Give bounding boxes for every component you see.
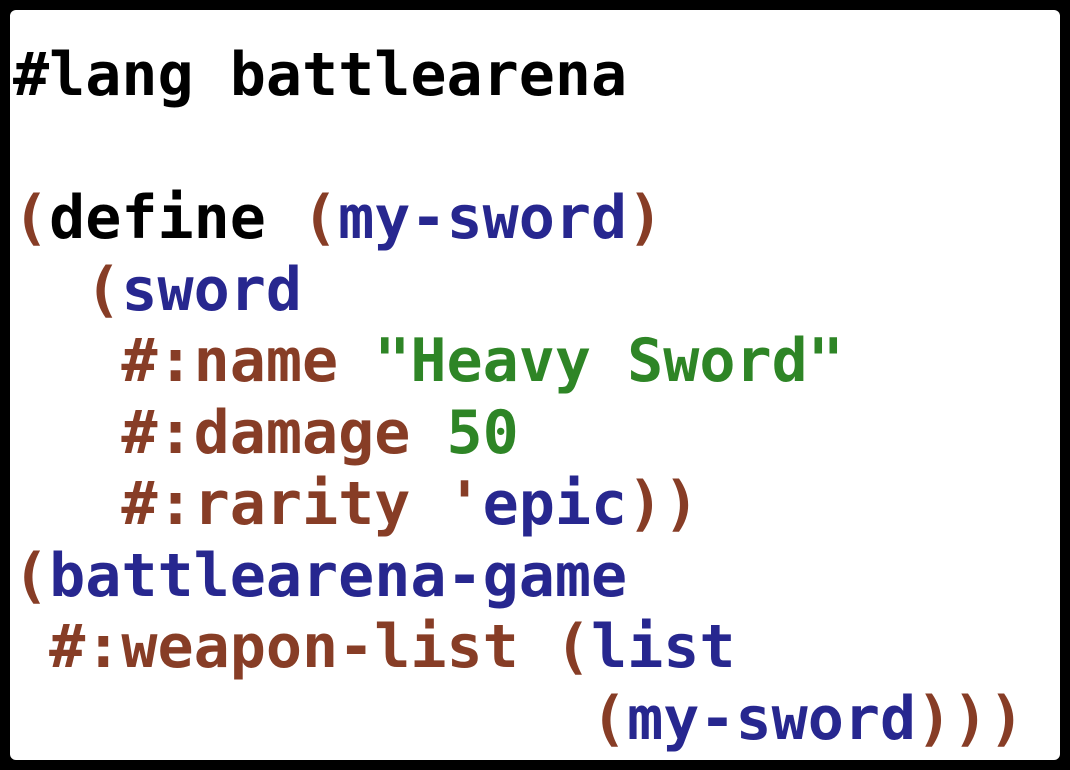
code-editor-text[interactable]: #lang battlearena (define (my-sword) (swo… [13, 40, 1024, 755]
code-line: #lang battlearena [13, 40, 1024, 112]
code-token-symbol: my-sword [627, 683, 917, 754]
code-line: #:name "Heavy Sword" [13, 326, 1024, 398]
code-token-literal: "Heavy Sword" [374, 326, 844, 396]
code-token-keyword: #:rarity [121, 469, 411, 539]
code-token-symbol: list [590, 612, 736, 682]
code-token-paren: ( [590, 683, 628, 754]
code-line: (my-sword))) [13, 684, 1024, 756]
code-line: (sword [13, 255, 1024, 327]
code-editor-frame: #lang battlearena (define (my-sword) (swo… [10, 10, 1060, 760]
code-token-paren: ( [554, 612, 591, 682]
code-line: #:rarity 'epic)) [13, 469, 1024, 541]
code-token-paren: ( [85, 254, 122, 325]
code-token-paren: ) [627, 183, 664, 253]
code-token-keyword: #:damage [121, 397, 411, 468]
code-token-keyword: #:weapon-list [49, 612, 519, 682]
code-token-symbol: sword [121, 254, 302, 325]
code-token-symbol: epic [482, 469, 628, 539]
code-token-paren: ))) [916, 683, 1025, 754]
code-token-plain: define [49, 183, 266, 253]
code-token-paren: ( [13, 540, 50, 611]
code-line: #:weapon-list (list [13, 612, 1024, 684]
code-token-symbol: battlearena-game [49, 540, 628, 611]
code-token-paren: ' [446, 469, 483, 539]
code-token-paren: ( [302, 183, 339, 253]
code-token-paren: ( [13, 183, 50, 253]
code-token-symbol: my-sword [338, 183, 628, 253]
code-line: #:damage 50 [13, 398, 1024, 470]
code-token-paren: )) [627, 469, 700, 539]
code-token-literal: 50 [446, 397, 519, 468]
code-line: (define (my-sword) [13, 183, 1024, 255]
code-token-keyword: #:name [121, 326, 339, 396]
code-line: (battlearena-game [13, 541, 1024, 613]
code-token-plain: #lang battlearena [13, 40, 628, 110]
